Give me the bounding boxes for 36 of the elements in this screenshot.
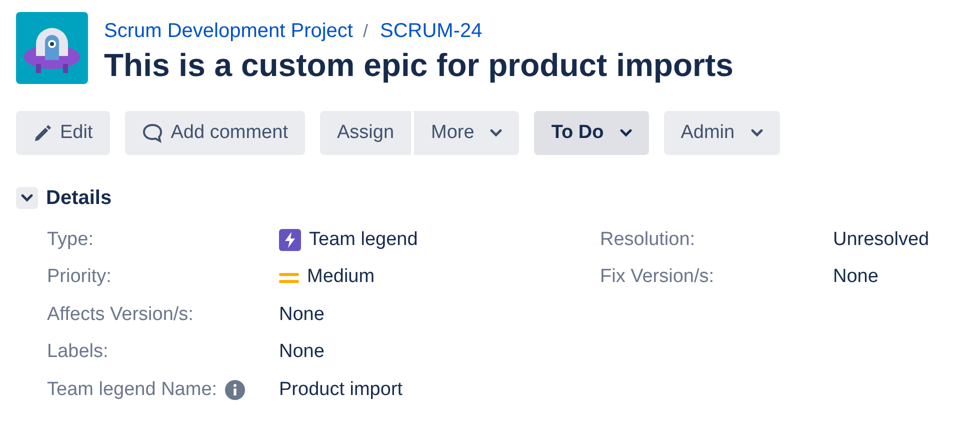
section-title: Details [46,186,112,212]
speech-bubble-icon [142,123,163,144]
chevron-down-icon [21,194,33,202]
field-label: Priority: [47,265,112,290]
field-value: Medium [307,265,375,290]
breadcrumb-link[interactable]: SCRUM-24 [380,16,482,46]
issue-title: This is a custom epic for product imports [104,46,734,84]
field-value: None [833,265,878,290]
field-label: Type: [47,228,94,252]
caret-icon [620,129,632,138]
pencil-icon [33,124,52,143]
field-label: Labels: [47,340,108,364]
breadcrumb-separator: / [362,20,368,42]
info-icon[interactable] [225,380,246,400]
field-value: None [279,340,324,364]
project-logo[interactable] [16,12,88,84]
plain-button[interactable]: Assign [320,111,412,156]
dropdown-button[interactable]: More [411,111,520,156]
field-value: Product import [279,378,403,402]
field-value: None [279,302,324,327]
field-label: Resolution: [600,228,696,252]
status-dropdown[interactable]: To Do [534,111,649,156]
edit-button[interactable]: Edit [16,111,110,156]
field-label: Fix Version/s: [600,265,714,290]
field-label: Affects Version/s: [47,302,194,327]
field-value: Team legend [309,228,418,252]
breadcrumb-link[interactable]: Scrum Development Project [104,16,353,46]
collapse-toggle[interactable] [16,187,38,210]
field-value: Unresolved [833,228,930,252]
field-label: Team legend Name: [47,378,218,402]
lightning-icon [279,229,301,252]
caret-icon [750,129,763,138]
equals-icon [279,270,299,285]
dropdown-button[interactable]: Admin [664,111,780,156]
caret-icon [490,129,502,138]
comment-button[interactable]: Add comment [124,111,305,156]
